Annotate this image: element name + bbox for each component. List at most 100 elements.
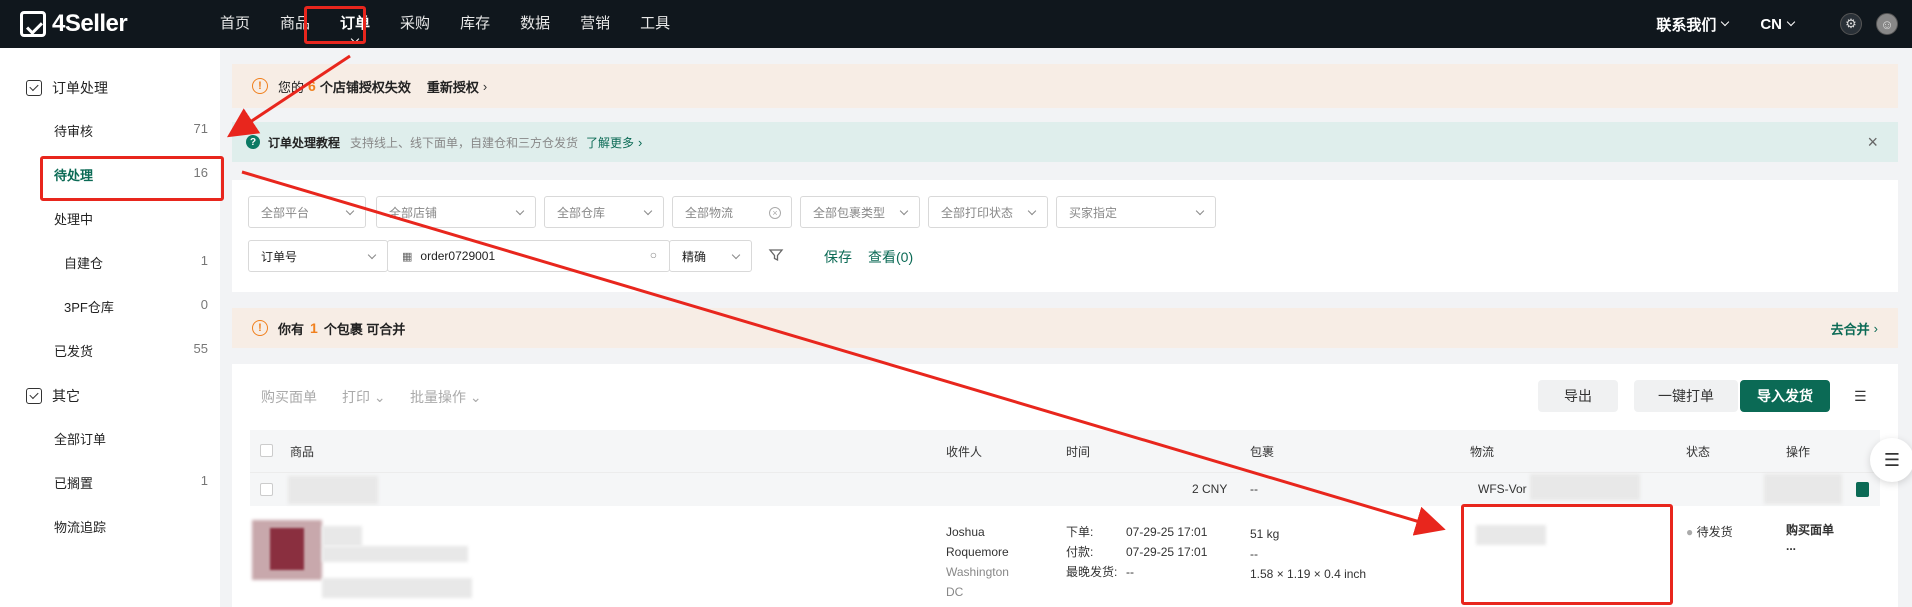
sidebar: 订单处理 待审核 71 待处理 16 处理中 自建仓 1 3PF仓库 0 已发货 55 其… [0,48,220,607]
chevron-down-icon: ⌄ [469,389,482,405]
sidebar-item-pending-review[interactable]: 待审核 71 [54,121,208,140]
col-actions: 操作 [1786,445,1811,459]
batch-menu[interactable]: 批量操作 ⌄ [410,387,482,407]
col-recipient: 收件人 [946,445,983,459]
search-input[interactable]: ▦ order0729001 ○ [387,240,670,272]
warehouse-select[interactable]: 全部仓库 [544,196,664,228]
contact-menu[interactable]: 联系我们 [1656,14,1730,35]
shop-badge-icon [1856,482,1869,497]
table-header [250,430,1880,472]
chevron-right-icon: › [638,134,643,150]
close-icon[interactable]: × [1867,132,1878,153]
blurred-shop [1764,474,1842,504]
chevron-down-icon [899,206,909,216]
merge-notice-banner: ! 你有 1 个包裹 可合并 去合并 › [232,308,1898,348]
warning-icon: ! [252,320,268,336]
blurred-product-text [322,526,362,546]
tutorial-banner: ? 订单处理教程 支持线上、线下面单，自建仓和三方仓发货 了解更多 › × [232,122,1898,162]
logo-icon [20,11,46,37]
clear-icon[interactable]: × [769,207,781,219]
avatar-icon[interactable]: ☺ [1876,13,1898,35]
blurred-logistics [1530,474,1640,500]
auth-notice-banner: ! 您的 6 个店铺授权失效 重新授权 › [232,64,1898,108]
nav-purchase[interactable]: 采购 [385,0,445,48]
sidebar-item-all-orders[interactable]: 全部订单 [54,429,208,448]
sidebar-item-own-warehouse[interactable]: 自建仓 1 [64,253,208,272]
more-actions-button[interactable]: ... [1786,536,1796,556]
reauthorize-link[interactable]: 重新授权 [427,77,479,96]
select-all-checkbox[interactable] [260,444,273,457]
learn-more-link[interactable]: 了解更多 [586,134,634,151]
scan-icon: ▦ [402,250,413,263]
col-time: 时间 [1066,445,1091,459]
brand-logo[interactable]: 4Seller [20,10,205,38]
save-filter-button[interactable]: 保存 [824,247,852,267]
col-package: 包裹 [1250,445,1275,459]
package-info: 51 kg -- 1.58 × 1.19 × 0.4 inch [1250,527,1367,581]
platform-select[interactable]: 全部平台 [248,196,366,228]
chevron-down-icon [1195,206,1205,216]
sidebar-item-tracking[interactable]: 物流追踪 [54,517,208,536]
order-checkbox[interactable] [260,483,273,496]
nav-data[interactable]: 数据 [505,0,565,48]
chevron-down-icon [515,206,525,216]
clipboard-check-icon [26,388,42,404]
nav-inventory[interactable]: 库存 [445,0,505,48]
chevron-down-icon [731,250,741,260]
package-type-select[interactable]: 全部包裹类型 [800,196,920,228]
blurred-product-text [322,546,468,562]
highlight-orders-nav [304,6,366,44]
chevron-right-icon: › [482,78,488,94]
sidebar-item-on-hold[interactable]: 已搁置 1 [54,473,208,492]
help-icon: ? [246,135,260,149]
warning-icon: ! [252,78,268,94]
top-navbar: 4Seller 首页 商品 订单 采购 库存 数据 营销 工具 联系我们 CN … [0,0,1912,48]
chevron-down-icon [1721,17,1730,27]
blurred-product-text [322,578,472,598]
nav-marketing[interactable]: 营销 [565,0,625,48]
status-badge: ● 待发货 [1686,525,1733,539]
col-status: 状态 [1686,445,1711,459]
chevron-down-icon [1027,206,1037,216]
col-product: 商品 [290,445,315,459]
print-status-select[interactable]: 全部打印状态 [928,196,1048,228]
filter-icon[interactable] [768,247,784,263]
clipboard-check-icon [26,80,42,96]
language-menu[interactable]: CN [1760,16,1796,33]
product-image-center [270,528,304,570]
sidebar-group-other[interactable]: 其它 [26,386,80,406]
column-settings-icon[interactable]: ☰ [1854,388,1867,405]
gear-icon[interactable]: ⚙ [1840,13,1862,35]
print-menu[interactable]: 打印 ⌄ [342,387,386,407]
view-saved-button[interactable]: 查看(0) [868,247,913,267]
match-mode-select[interactable]: 精确 [669,240,752,272]
sidebar-item-3pf-warehouse[interactable]: 3PF仓库 0 [64,297,208,316]
chevron-down-icon [345,206,355,216]
search-icon[interactable]: ○ [650,248,657,262]
one-click-print-button[interactable]: 一键打单 [1634,380,1738,412]
col-logistics: 物流 [1470,445,1495,459]
logistics-select[interactable]: 全部物流 × [672,196,792,228]
sidebar-item-shipped[interactable]: 已发货 55 [54,341,208,360]
chevron-right-icon: › [1873,320,1878,336]
import-ship-button[interactable]: 导入发货 [1740,380,1830,412]
recipient-name: Joshua Roquemore Washington DC [946,525,1009,599]
export-button[interactable]: 导出 [1538,380,1618,412]
main-nav: 首页 商品 订单 采购 库存 数据 营销 工具 [205,0,685,48]
highlight-to-process [40,156,224,201]
search-field-select[interactable]: 订单号 [248,240,388,272]
order-times: 下单: 07-29-25 17:01 付款: 07-29-25 17:01 最晚发货… [1066,525,1208,579]
store-select[interactable]: 全部店铺 [376,196,536,228]
merge-link[interactable]: 去合并 [1831,319,1870,338]
sidebar-group-order-processing[interactable]: 订单处理 [26,78,108,98]
sidebar-item-processing[interactable]: 处理中 [54,209,208,228]
chevron-down-icon: ⌄ [373,389,386,405]
side-panel-toggle-icon[interactable]: ☰ [1870,438,1912,482]
nav-tools[interactable]: 工具 [625,0,685,48]
highlight-logistics-cell [1461,504,1673,605]
chevron-down-icon [367,250,377,260]
buy-label-button[interactable]: 购买面单 [261,387,317,407]
buyer-specified-select[interactable]: 买家指定 [1056,196,1216,228]
nav-home[interactable]: 首页 [205,0,265,48]
blurred-order-id [288,476,378,504]
